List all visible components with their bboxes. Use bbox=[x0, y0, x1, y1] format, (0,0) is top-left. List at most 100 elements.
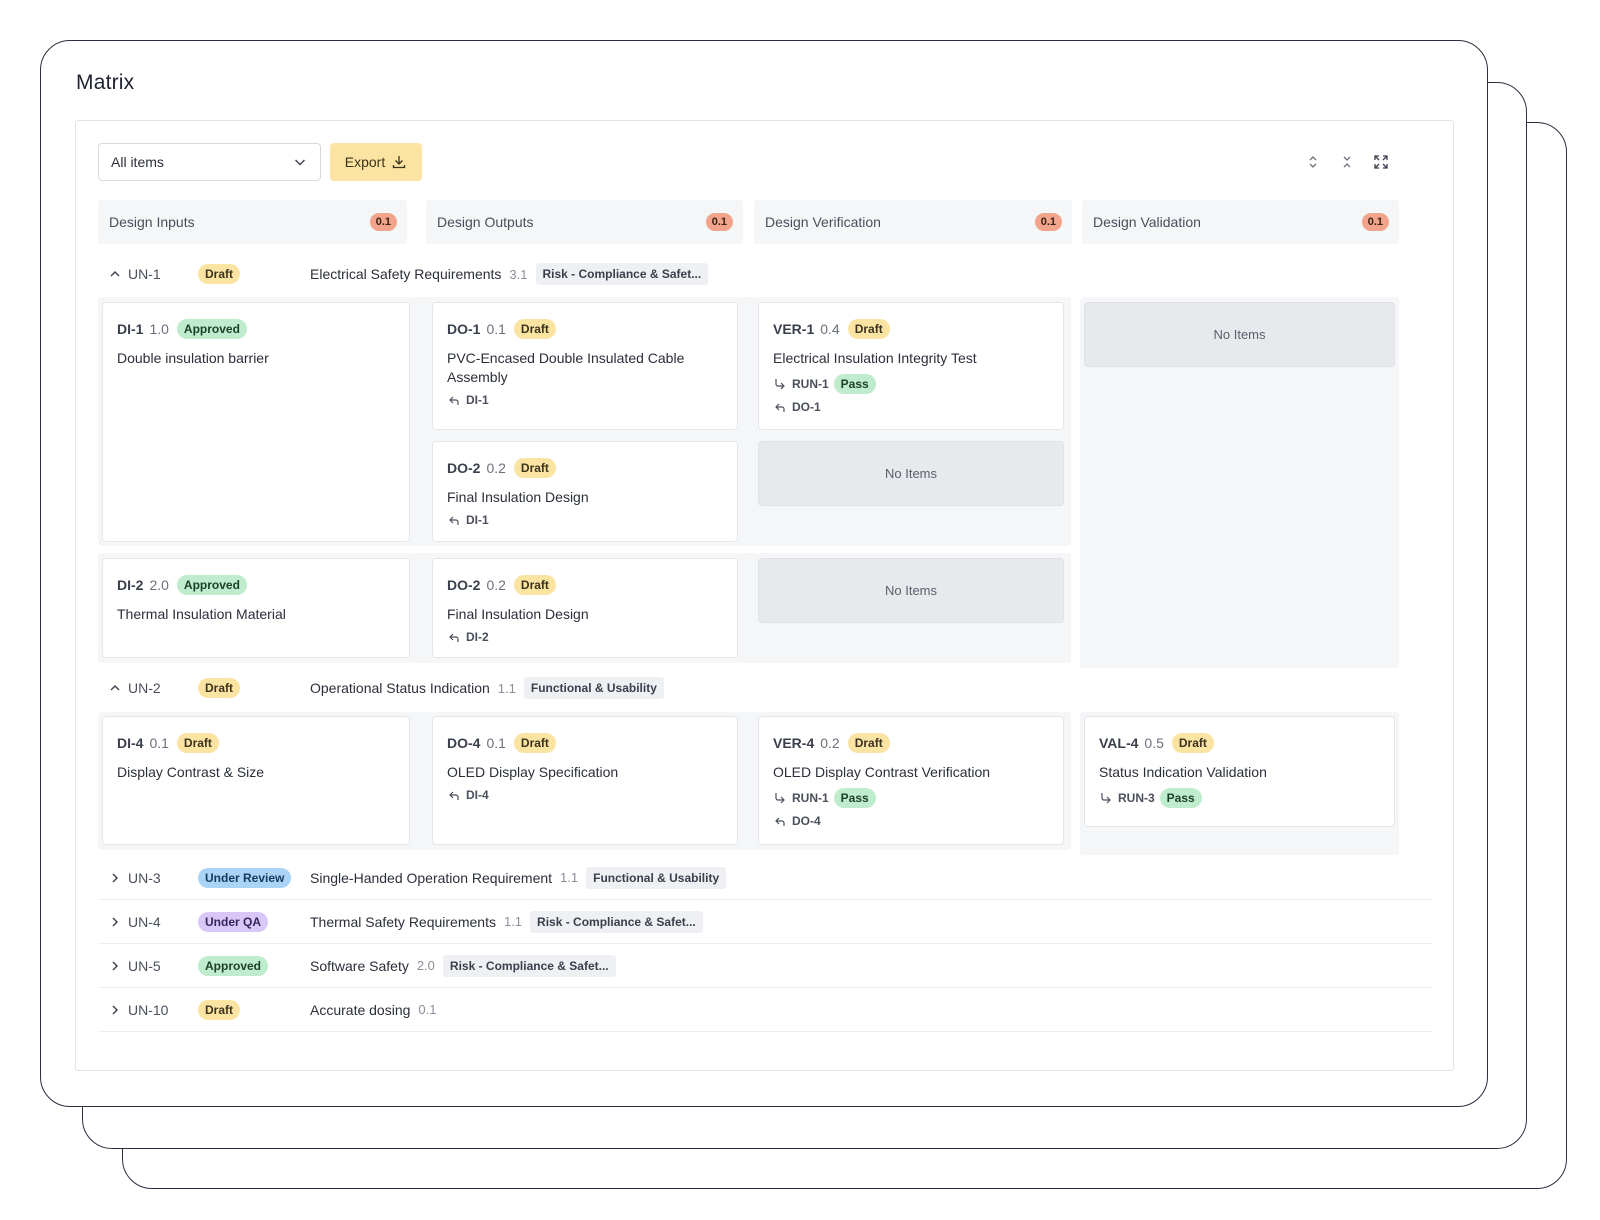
item-card-ver-1[interactable]: VER-1 0.4 Draft Electrical Insulation Inte… bbox=[758, 302, 1064, 430]
column-header-label: Design Outputs bbox=[437, 214, 534, 230]
group-row-un-3[interactable]: UN-3 Under Review Single-Handed Operatio… bbox=[98, 856, 1433, 900]
status-badge: Draft bbox=[513, 733, 556, 753]
chevron-right-icon[interactable] bbox=[108, 871, 122, 885]
item-title: Final Insulation Design bbox=[447, 489, 589, 505]
link-back-icon bbox=[449, 516, 459, 525]
item-card-ver-4[interactable]: VER-4 0.2 Draft OLED Display Contrast Veri… bbox=[758, 716, 1064, 845]
chevron-right-icon[interactable] bbox=[108, 1003, 122, 1017]
filter-select[interactable]: All items bbox=[98, 143, 321, 181]
status-badge: Approved bbox=[176, 575, 247, 595]
group-row-un-10[interactable]: UN-10 Draft Accurate dosing 0.1 bbox=[98, 988, 1433, 1032]
status-badge: Draft bbox=[847, 733, 890, 753]
group-title: Electrical Safety Requirements 3.1 Risk … bbox=[310, 263, 709, 285]
collapse-all-icon[interactable] bbox=[1339, 154, 1355, 170]
status-badge: Draft bbox=[176, 733, 219, 753]
group-version: 3.1 bbox=[509, 266, 528, 282]
trace-link[interactable]: DI-2 bbox=[447, 630, 723, 644]
group-title-text: Thermal Safety Requirements bbox=[310, 913, 496, 930]
column-header-label: Design Validation bbox=[1093, 214, 1201, 230]
group-id: UN-2 bbox=[128, 680, 161, 696]
item-card-val-4[interactable]: VAL-4 0.5 Draft Status Indication Validati… bbox=[1084, 716, 1395, 827]
link-forward-icon bbox=[775, 793, 785, 804]
item-card-do-2[interactable]: DO-2 0.2 Draft Final Insulation Design DI-… bbox=[432, 441, 738, 542]
export-button-label: Export bbox=[344, 154, 386, 170]
item-id: DI-1 bbox=[117, 321, 144, 337]
group-title: Operational Status Indication 1.1 Functi… bbox=[310, 677, 664, 699]
run-link[interactable]: RUN-1 Pass bbox=[773, 788, 1049, 808]
column-count-badge: 0.1 bbox=[705, 213, 733, 231]
category-tag: Risk - Compliance & Safet... bbox=[442, 954, 616, 977]
status-badge: Under Review bbox=[198, 867, 292, 888]
group-title: Accurate dosing 0.1 bbox=[310, 1002, 436, 1018]
group-title-text: Software Safety bbox=[310, 957, 409, 974]
column-count-badge: 0.1 bbox=[369, 213, 397, 231]
empty-state: No Items bbox=[758, 558, 1064, 623]
trace-link[interactable]: DI-1 bbox=[447, 513, 723, 527]
item-version: 0.2 bbox=[820, 735, 840, 751]
group-row-un-1[interactable]: UN-1 Draft Electrical Safety Requirement… bbox=[98, 254, 1433, 294]
group-version: 0.1 bbox=[418, 1002, 437, 1017]
item-version: 0.4 bbox=[820, 321, 840, 337]
item-card-di-4[interactable]: DI-4 0.1 Draft Display Contrast & Size bbox=[102, 716, 410, 845]
run-link[interactable]: RUN-1 Pass bbox=[773, 374, 1049, 394]
item-card-do-2[interactable]: DO-2 0.2 Draft Final Insulation Design DI-… bbox=[432, 558, 738, 658]
trace-link[interactable]: DI-4 bbox=[447, 788, 723, 802]
link-back-icon bbox=[449, 633, 459, 642]
matrix-panel: All items Export Design Inputs 0.1 Desig… bbox=[75, 120, 1454, 1071]
item-id: DI-4 bbox=[117, 735, 144, 751]
item-title: Thermal Insulation Material bbox=[117, 606, 286, 622]
status-badge: Draft bbox=[513, 575, 556, 595]
item-version: 1.0 bbox=[149, 321, 169, 337]
run-status-badge: Pass bbox=[833, 374, 876, 394]
run-status-badge: Pass bbox=[833, 788, 876, 808]
item-card-di-2[interactable]: DI-2 2.0 Approved Thermal Insulation Mater… bbox=[102, 558, 410, 658]
export-button[interactable]: Export bbox=[330, 143, 422, 181]
status-badge: Draft bbox=[198, 678, 241, 698]
run-id: RUN-1 bbox=[792, 791, 829, 805]
matrix-window: Matrix All items Export Design Inputs 0.… bbox=[40, 40, 1488, 1107]
status-badge: Draft bbox=[1171, 733, 1214, 753]
window-title: Matrix bbox=[76, 71, 135, 94]
run-link[interactable]: RUN-3 Pass bbox=[1099, 788, 1380, 808]
column-header-design-validation: Design Validation 0.1 bbox=[1082, 200, 1399, 244]
status-badge: Under QA bbox=[198, 911, 269, 932]
chevron-up-icon[interactable] bbox=[108, 681, 122, 695]
item-title: OLED Display Specification bbox=[447, 764, 619, 780]
trace-link[interactable]: DO-1 bbox=[773, 400, 1049, 414]
item-id: DO-2 bbox=[447, 460, 481, 476]
category-tag: Risk - Compliance & Safet... bbox=[530, 910, 703, 933]
item-version: 0.2 bbox=[486, 460, 506, 476]
trace-link[interactable]: DO-4 bbox=[773, 814, 1049, 828]
trace-link-id: DI-1 bbox=[466, 393, 489, 407]
column-count-badge: 0.1 bbox=[1034, 213, 1062, 231]
group-version: 2.0 bbox=[416, 958, 435, 973]
run-id: RUN-3 bbox=[1118, 791, 1155, 805]
chevron-right-icon[interactable] bbox=[108, 959, 122, 973]
item-id: VER-4 bbox=[773, 735, 815, 751]
item-version: 0.1 bbox=[486, 735, 506, 751]
status-badge: Draft bbox=[513, 319, 556, 339]
chevron-right-icon[interactable] bbox=[108, 915, 122, 929]
expand-collapse-icon[interactable] bbox=[1305, 154, 1321, 170]
group-title-text: Electrical Safety Requirements bbox=[310, 266, 502, 282]
status-badge: Draft bbox=[198, 999, 241, 1020]
item-version: 0.2 bbox=[486, 577, 506, 593]
run-id: RUN-1 bbox=[792, 377, 829, 391]
group-row-un-4[interactable]: UN-4 Under QA Thermal Safety Requirement… bbox=[98, 900, 1433, 944]
trace-link[interactable]: DI-1 bbox=[447, 393, 723, 407]
group-row-un-2[interactable]: UN-2 Draft Operational Status Indication… bbox=[98, 668, 1433, 708]
item-card-di-1[interactable]: DI-1 1.0 Approved Double insulation barrie… bbox=[102, 302, 410, 542]
fullscreen-icon[interactable] bbox=[1373, 154, 1389, 170]
item-card-do-4[interactable]: DO-4 0.1 Draft OLED Display Specification … bbox=[432, 716, 738, 845]
link-back-icon bbox=[775, 403, 785, 412]
group-row-un-5[interactable]: UN-5 Approved Software Safety 2.0 Risk -… bbox=[98, 944, 1433, 988]
group-title: Thermal Safety Requirements 1.1 Risk - C… bbox=[310, 910, 703, 933]
chevron-up-icon[interactable] bbox=[108, 267, 122, 281]
download-icon bbox=[393, 156, 406, 169]
group-version: 1.1 bbox=[560, 870, 579, 885]
item-card-do-1[interactable]: DO-1 0.1 Draft PVC-Encased Double Insulate… bbox=[432, 302, 738, 430]
item-id: DI-2 bbox=[117, 577, 144, 593]
group-version: 1.1 bbox=[497, 680, 516, 696]
item-title: Double insulation barrier bbox=[117, 350, 269, 366]
group-id: UN-4 bbox=[128, 913, 161, 930]
